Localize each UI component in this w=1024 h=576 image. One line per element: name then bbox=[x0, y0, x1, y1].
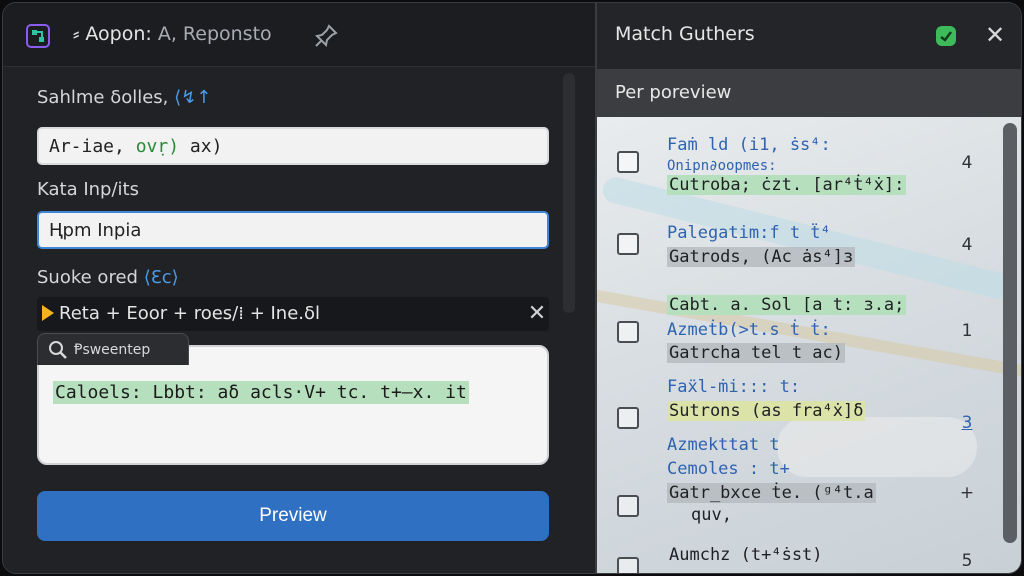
row-match-continued: quv, bbox=[691, 505, 732, 525]
preview-button[interactable]: Preview bbox=[37, 491, 549, 541]
window-title-main: ⸗ Aopon: bbox=[73, 23, 152, 45]
status-check-icon[interactable] bbox=[935, 25, 957, 47]
preview-subtitle: Per poreview bbox=[615, 82, 732, 103]
sample-field-highlight: ovṛ) bbox=[135, 136, 180, 157]
row-match: Gatr_bxce ṫe. (ᵍ⁴t.a bbox=[667, 483, 876, 503]
preview-subbar: Per poreview bbox=[597, 69, 1021, 117]
row-count: 1 bbox=[961, 321, 973, 341]
row-title: Palegatim:f t ẗ⁴ bbox=[667, 223, 831, 243]
left-title-bar: ⸗ Aopon: A, Reponsto bbox=[3, 3, 595, 67]
row-title: Azmeṫb(>t.s ṫ ṫ: bbox=[667, 320, 831, 340]
section-label-data-inputs: Kata Inp/its bbox=[37, 179, 139, 200]
play-arrow-icon[interactable] bbox=[41, 304, 55, 322]
list-item[interactable]: Aumchz (t+⁴ṡst) 5 bbox=[597, 541, 1001, 573]
section-label-sample: Sahlme ẟolles, ⟨↯↑ bbox=[37, 87, 211, 108]
preview-text: Caloels: Lbbt: aẟ acls·V+ tc. t+–x. it bbox=[53, 381, 469, 404]
row-checkbox[interactable] bbox=[617, 557, 639, 573]
close-icon[interactable]: ✕ bbox=[525, 301, 549, 326]
configuration-pane: ⸗ Aopon: A, Reponsto Sahlme ẟolles, ⟨↯↑ … bbox=[3, 3, 595, 573]
row-count: + bbox=[959, 483, 975, 503]
row-checkbox[interactable] bbox=[617, 151, 639, 173]
app-window: ⸗ Aopon: A, Reponsto Sahlme ẟolles, ⟨↯↑ … bbox=[2, 2, 1022, 574]
window-title: ⸗ Aopon: A, Reponsto bbox=[73, 23, 272, 46]
section-label-source: Suoke ored ⟨Ɛc⟩ bbox=[37, 267, 179, 288]
recipe-bar[interactable]: Reta + Eoor + roes/⁞ + Ine.ẟl ✕ bbox=[37, 297, 549, 331]
sample-field-post: ax) bbox=[189, 136, 223, 157]
list-item[interactable]: Faẍl‑ṁi::: t: Sutrons (as fra⁴ẋ]ẟ 3 bbox=[597, 377, 1001, 433]
sample-field-pre: Ar-iae, bbox=[49, 136, 125, 157]
search-tab[interactable]: Ᵽsweentep bbox=[37, 333, 189, 365]
search-icon bbox=[49, 341, 67, 359]
row-match: Aumchz (t+⁴ṡst) bbox=[669, 545, 823, 565]
row-checkbox[interactable] bbox=[617, 407, 639, 429]
row-match: Gatrcha tel t ac) bbox=[667, 343, 845, 363]
search-label: Ᵽsweentep bbox=[74, 342, 151, 358]
row-title: Faẍl‑ṁi::: t: bbox=[667, 377, 801, 397]
row-title: Azmekttat t bbox=[667, 435, 780, 455]
close-icon[interactable]: ✕ bbox=[981, 21, 1009, 49]
match-list: Faṁ ld (i1, ṡs⁴: Onipn∂oopmes: Cutroba; … bbox=[597, 117, 1021, 573]
row-title: Faṁ ld (i1, ṡs⁴: bbox=[667, 135, 831, 155]
list-item[interactable]: Faṁ ld (i1, ṡs⁴: Onipn∂oopmes: Cutroba; … bbox=[597, 133, 1001, 203]
pin-icon[interactable] bbox=[313, 23, 339, 49]
list-item[interactable]: Azmekttat t Cemoles : t+ Gatr_bxce ṫe. (… bbox=[597, 435, 1001, 531]
window-title-sub: A, Reponsto bbox=[157, 23, 272, 45]
section-label-sample-text: Sahlme ẟolles, bbox=[37, 87, 169, 108]
recipe-text: Reta + Eoor + roes/⁞ + Ine.ẟl bbox=[59, 303, 321, 324]
row-count: 4 bbox=[961, 153, 973, 173]
section-label-sample-accent: ⟨↯↑ bbox=[174, 87, 212, 108]
match-pane: Match Guthers ✕ Per poreview Faṁ ld (i1,… bbox=[595, 3, 1021, 573]
row-checkbox[interactable] bbox=[617, 495, 639, 517]
section-label-source-text: Suoke ored bbox=[37, 267, 138, 288]
row-match-top: Cabt. a. Sol [a t: ɜ.a; bbox=[667, 295, 907, 315]
row-match: Gatrods, (Ac ȧs⁴]ɜ bbox=[667, 247, 856, 267]
row-match: Cutroba; ċzt. [ar⁴ṫ⁴ẋ]: bbox=[667, 175, 907, 195]
row-count: 5 bbox=[961, 551, 973, 571]
left-scrollbar[interactable] bbox=[563, 73, 575, 313]
row-checkbox[interactable] bbox=[617, 321, 639, 343]
row-match: Sutrons (as fra⁴ẋ]ẟ bbox=[667, 401, 866, 421]
row-count: 4 bbox=[961, 235, 973, 255]
app-icon[interactable] bbox=[25, 23, 51, 49]
row-subtitle: Onipn∂oopmes: bbox=[667, 158, 777, 174]
row-count-link[interactable]: 3 bbox=[957, 413, 977, 433]
sample-field[interactable]: Ar-iae, ovṛ) ax) bbox=[37, 127, 549, 165]
data-input-field[interactable]: Ⱨpm Inpia bbox=[37, 211, 549, 249]
list-item[interactable]: Cabt. a. Sol [a t: ɜ.a; Azmeṫb(>t.s ṫ ṫ:… bbox=[597, 293, 1001, 369]
match-pane-title: Match Guthers bbox=[615, 23, 755, 45]
right-title-bar: Match Guthers ✕ bbox=[597, 3, 1021, 69]
list-item[interactable]: Palegatim:f t ẗ⁴ Gatrods, (Ac ȧs⁴]ɜ 4 bbox=[597, 221, 1001, 281]
row-checkbox[interactable] bbox=[617, 233, 639, 255]
list-scrollbar[interactable] bbox=[1003, 123, 1017, 543]
section-label-source-accent: ⟨Ɛc⟩ bbox=[143, 267, 179, 288]
row-subtitle: Cemoles : t+ bbox=[667, 459, 790, 479]
